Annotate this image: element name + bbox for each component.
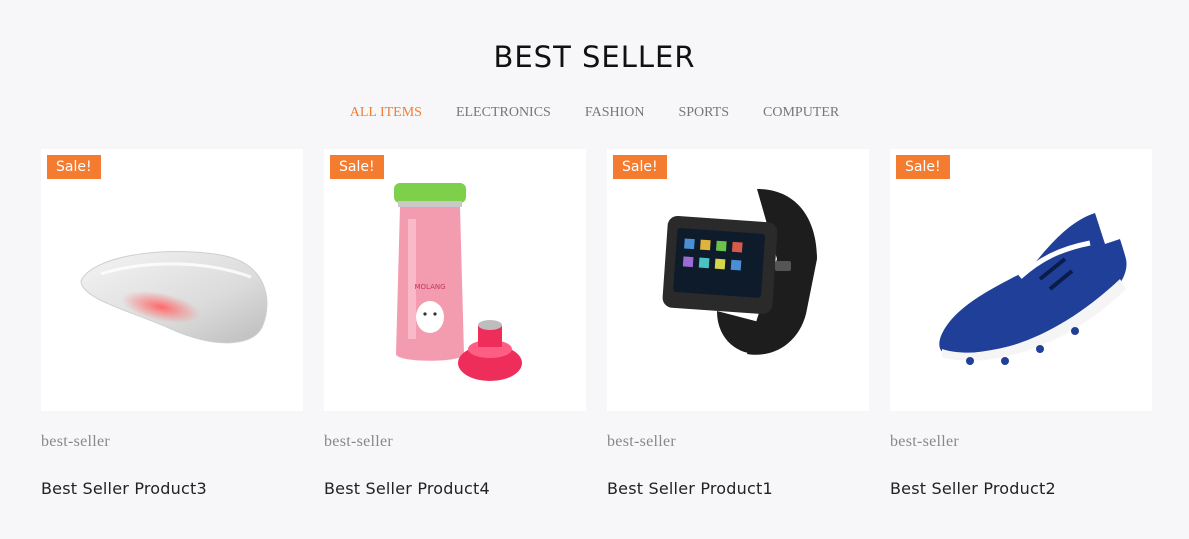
product-category: best-seller [607, 433, 677, 450]
product-grid: Sale! best-seller Best Seller Product3 M… [41, 149, 1152, 498]
product-name-link[interactable]: Best Seller Product4 [324, 479, 586, 498]
tab-sports[interactable]: SPORTS [661, 105, 746, 121]
smartwatch-image [662, 189, 817, 355]
product-name-link[interactable]: Best Seller Product3 [41, 479, 303, 498]
product-category: best-seller [41, 433, 111, 450]
product-image-link[interactable]: Sale! [41, 149, 303, 411]
product-category: best-seller [324, 433, 394, 450]
filter-tabs: ALL ITEMS ELECTRONICS FASHION SPORTS COM… [0, 105, 1189, 121]
tab-computer[interactable]: COMPUTER [746, 105, 856, 121]
product-image-link[interactable]: MOLANG Sale! [324, 149, 586, 411]
product-card: Sale! best-seller Best Seller Product2 [890, 149, 1152, 498]
section-title: BEST SELLER [493, 40, 696, 74]
thermos-image: MOLANG [394, 183, 522, 381]
product-category: best-seller [890, 433, 960, 450]
sale-badge: Sale! [613, 155, 667, 179]
product-card: Sale! best-seller Best Seller Product3 [41, 149, 303, 498]
best-seller-section: BEST SELLER ALL ITEMS ELECTRONICS FASHIO… [0, 0, 1189, 539]
tab-electronics[interactable]: ELECTRONICS [439, 105, 568, 121]
mouse-image [80, 250, 268, 344]
svg-text:MOLANG: MOLANG [414, 283, 445, 291]
product-card: MOLANG Sale! best-seller Best Seller Pro… [324, 149, 586, 498]
soccer-shoe-image [939, 212, 1127, 365]
sale-badge: Sale! [330, 155, 384, 179]
product-card: Sale! best-seller Best Seller Product1 [607, 149, 869, 498]
product-image-link[interactable]: Sale! [890, 149, 1152, 411]
sale-badge: Sale! [47, 155, 101, 179]
product-name-link[interactable]: Best Seller Product1 [607, 479, 869, 498]
tab-all-items[interactable]: ALL ITEMS [333, 105, 439, 121]
tab-fashion[interactable]: FASHION [568, 105, 662, 121]
product-image-link[interactable]: Sale! [607, 149, 869, 411]
product-name-link[interactable]: Best Seller Product2 [890, 479, 1152, 498]
sale-badge: Sale! [896, 155, 950, 179]
